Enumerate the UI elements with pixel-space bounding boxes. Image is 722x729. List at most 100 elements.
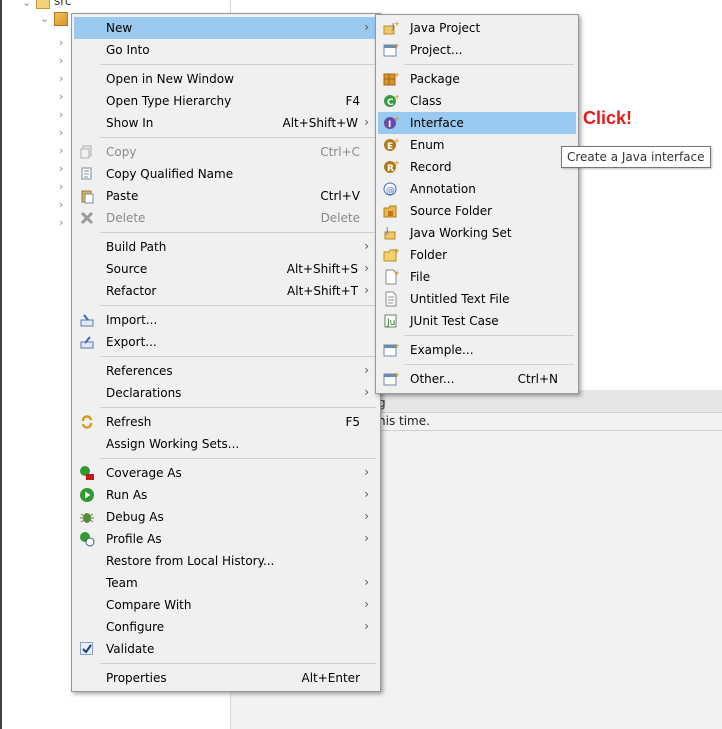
collapse-chevron-icon[interactable]: › [59, 72, 63, 85]
menu-separator [100, 356, 376, 357]
submenu-item-java-working-set[interactable]: J Java Working Set [378, 222, 576, 244]
collapse-chevron-icon[interactable]: › [59, 216, 63, 229]
submenu-item-file[interactable]: + File [378, 266, 576, 288]
source-folder-icon [36, 0, 50, 9]
collapse-chevron-icon[interactable]: › [59, 36, 63, 49]
menu-item-copy: Copy Ctrl+C [74, 141, 378, 163]
menu-item-label: Build Path [106, 240, 167, 254]
submenu-item-example[interactable]: + Example... [378, 339, 576, 361]
menu-item-profile-as[interactable]: Profile As › [74, 528, 378, 550]
menu-item-label: Source [106, 262, 148, 276]
submenu-item-folder[interactable]: + Folder [378, 244, 576, 266]
submenu-item-label: Java Project [410, 21, 481, 35]
menu-item-run-as[interactable]: Run As › [74, 484, 378, 506]
submenu-item-java-project[interactable]: J + Java Project [378, 17, 576, 39]
submenu-item-project[interactable]: + Project... [378, 39, 576, 61]
svg-text:+: + [394, 93, 399, 101]
menu-item-refactor[interactable]: Refactor Alt+Shift+T › [74, 280, 378, 302]
collapse-chevron-icon[interactable]: › [59, 108, 63, 121]
submenu-item-label: Interface [410, 116, 464, 130]
submenu-item-source-folder[interactable]: Source Folder [378, 200, 576, 222]
collapse-chevron-icon[interactable]: › [59, 162, 63, 175]
submenu-item-package[interactable]: + Package [378, 68, 576, 90]
menu-item-label: Go Into [106, 43, 150, 57]
collapse-chevron-icon[interactable]: › [59, 144, 63, 157]
menu-item-validate[interactable]: Validate [74, 638, 378, 660]
menu-item-source[interactable]: Source Alt+Shift+S › [74, 258, 378, 280]
collapse-chevron-icon[interactable]: › [59, 54, 63, 67]
menu-item-go-into[interactable]: Go Into [74, 39, 378, 61]
collapse-chevron-icon[interactable]: › [59, 90, 63, 103]
submenu-item-record[interactable]: R + Record [378, 156, 576, 178]
menu-item-accelerator: Ctrl+C [320, 145, 360, 159]
menu-item-properties[interactable]: Properties Alt+Enter [74, 667, 378, 689]
menu-item-export[interactable]: Export... [74, 331, 378, 353]
submenu-arrow-icon: › [364, 465, 369, 479]
submenu-arrow-icon: › [364, 363, 369, 377]
submenu-item-enum[interactable]: E + Enum [378, 134, 576, 156]
menu-item-declarations[interactable]: Declarations › [74, 382, 378, 404]
submenu-item-label: JUnit Test Case [410, 314, 499, 328]
export-icon [79, 334, 95, 350]
menu-item-label: Validate [106, 642, 155, 656]
menu-item-open-in-new-window[interactable]: Open in New Window [74, 68, 378, 90]
menu-item-new[interactable]: New › [74, 17, 378, 39]
submenu-item-label: Class [410, 94, 442, 108]
menu-item-show-in[interactable]: Show In Alt+Shift+W › [74, 112, 378, 134]
submenu-arrow-icon: › [364, 597, 369, 611]
submenu-item-annotation[interactable]: @ Annotation [378, 178, 576, 200]
menu-separator [404, 364, 574, 365]
collapse-chevron-icon[interactable]: › [59, 180, 63, 193]
submenu-item-class[interactable]: C + Class [378, 90, 576, 112]
menu-item-references[interactable]: References › [74, 360, 378, 382]
menu-item-configure[interactable]: Configure › [74, 616, 378, 638]
menu-item-compare-with[interactable]: Compare With › [74, 594, 378, 616]
menu-item-accelerator: Ctrl+V [320, 189, 360, 203]
svg-text:+: + [394, 115, 399, 123]
menu-item-build-path[interactable]: Build Path › [74, 236, 378, 258]
validate-check-icon [79, 641, 95, 657]
click-annotation: Click! [583, 108, 633, 128]
annotation-icon: @ [383, 181, 399, 197]
menu-item-debug-as[interactable]: Debug As › [74, 506, 378, 528]
menu-item-restore-from-local-history[interactable]: Restore from Local History... [74, 550, 378, 572]
submenu-arrow-icon: › [364, 509, 369, 523]
menu-item-label: Open Type Hierarchy [106, 94, 232, 108]
menu-item-label: Delete [106, 211, 146, 225]
menu-item-copy-qualified-name[interactable]: Copy Qualified Name [74, 163, 378, 185]
console-message: his time. [378, 414, 430, 428]
expand-chevron-icon[interactable]: ⌄ [22, 0, 31, 9]
menu-item-open-type-hierarchy[interactable]: Open Type Hierarchy F4 [74, 90, 378, 112]
menu-item-team[interactable]: Team › [74, 572, 378, 594]
tree-row-default-package[interactable]: ⌄ [40, 10, 70, 26]
menu-item-accelerator: F5 [345, 415, 360, 429]
menu-item-coverage-as[interactable]: Coverage As › [74, 462, 378, 484]
menu-item-accelerator: Delete [320, 211, 360, 225]
menu-item-paste[interactable]: Paste Ctrl+V [74, 185, 378, 207]
context-menu: New › Go Into Open in New Window Open Type H… [71, 13, 381, 692]
collapse-chevron-icon[interactable]: › [59, 198, 63, 211]
submenu-arrow-icon: › [364, 575, 369, 589]
submenu-item-untitled-text-file[interactable]: Untitled Text File [378, 288, 576, 310]
menu-item-label: Run As [106, 488, 148, 502]
debug-icon [79, 509, 95, 525]
expand-chevron-icon[interactable]: ⌄ [40, 12, 49, 25]
record-icon: R + [383, 159, 400, 175]
submenu-item-accelerator: Ctrl+N [517, 372, 558, 386]
menu-item-refresh[interactable]: Refresh F5 [74, 411, 378, 433]
submenu-item-label: File [410, 270, 431, 284]
new-submenu: J + Java Project + Project... + Package C + Class… [375, 14, 579, 394]
submenu-arrow-icon: › [364, 20, 369, 34]
submenu-item-other[interactable]: + Other... Ctrl+N [378, 368, 576, 390]
menu-item-accelerator: Alt+Shift+W [282, 116, 359, 130]
menu-item-label: Compare With [106, 598, 192, 612]
menu-item-label: Refresh [106, 415, 152, 429]
collapse-chevron-icon[interactable]: › [59, 126, 63, 139]
submenu-item-interface[interactable]: I + Interface [378, 112, 576, 134]
submenu-item-junit-test-case[interactable]: Ju JUnit Test Case [378, 310, 576, 332]
package-icon: + [383, 71, 400, 87]
menu-item-assign-working-sets[interactable]: Assign Working Sets... [74, 433, 378, 455]
profile-icon [79, 531, 95, 547]
menu-item-import[interactable]: Import... [74, 309, 378, 331]
menu-item-label: Copy Qualified Name [106, 167, 234, 181]
